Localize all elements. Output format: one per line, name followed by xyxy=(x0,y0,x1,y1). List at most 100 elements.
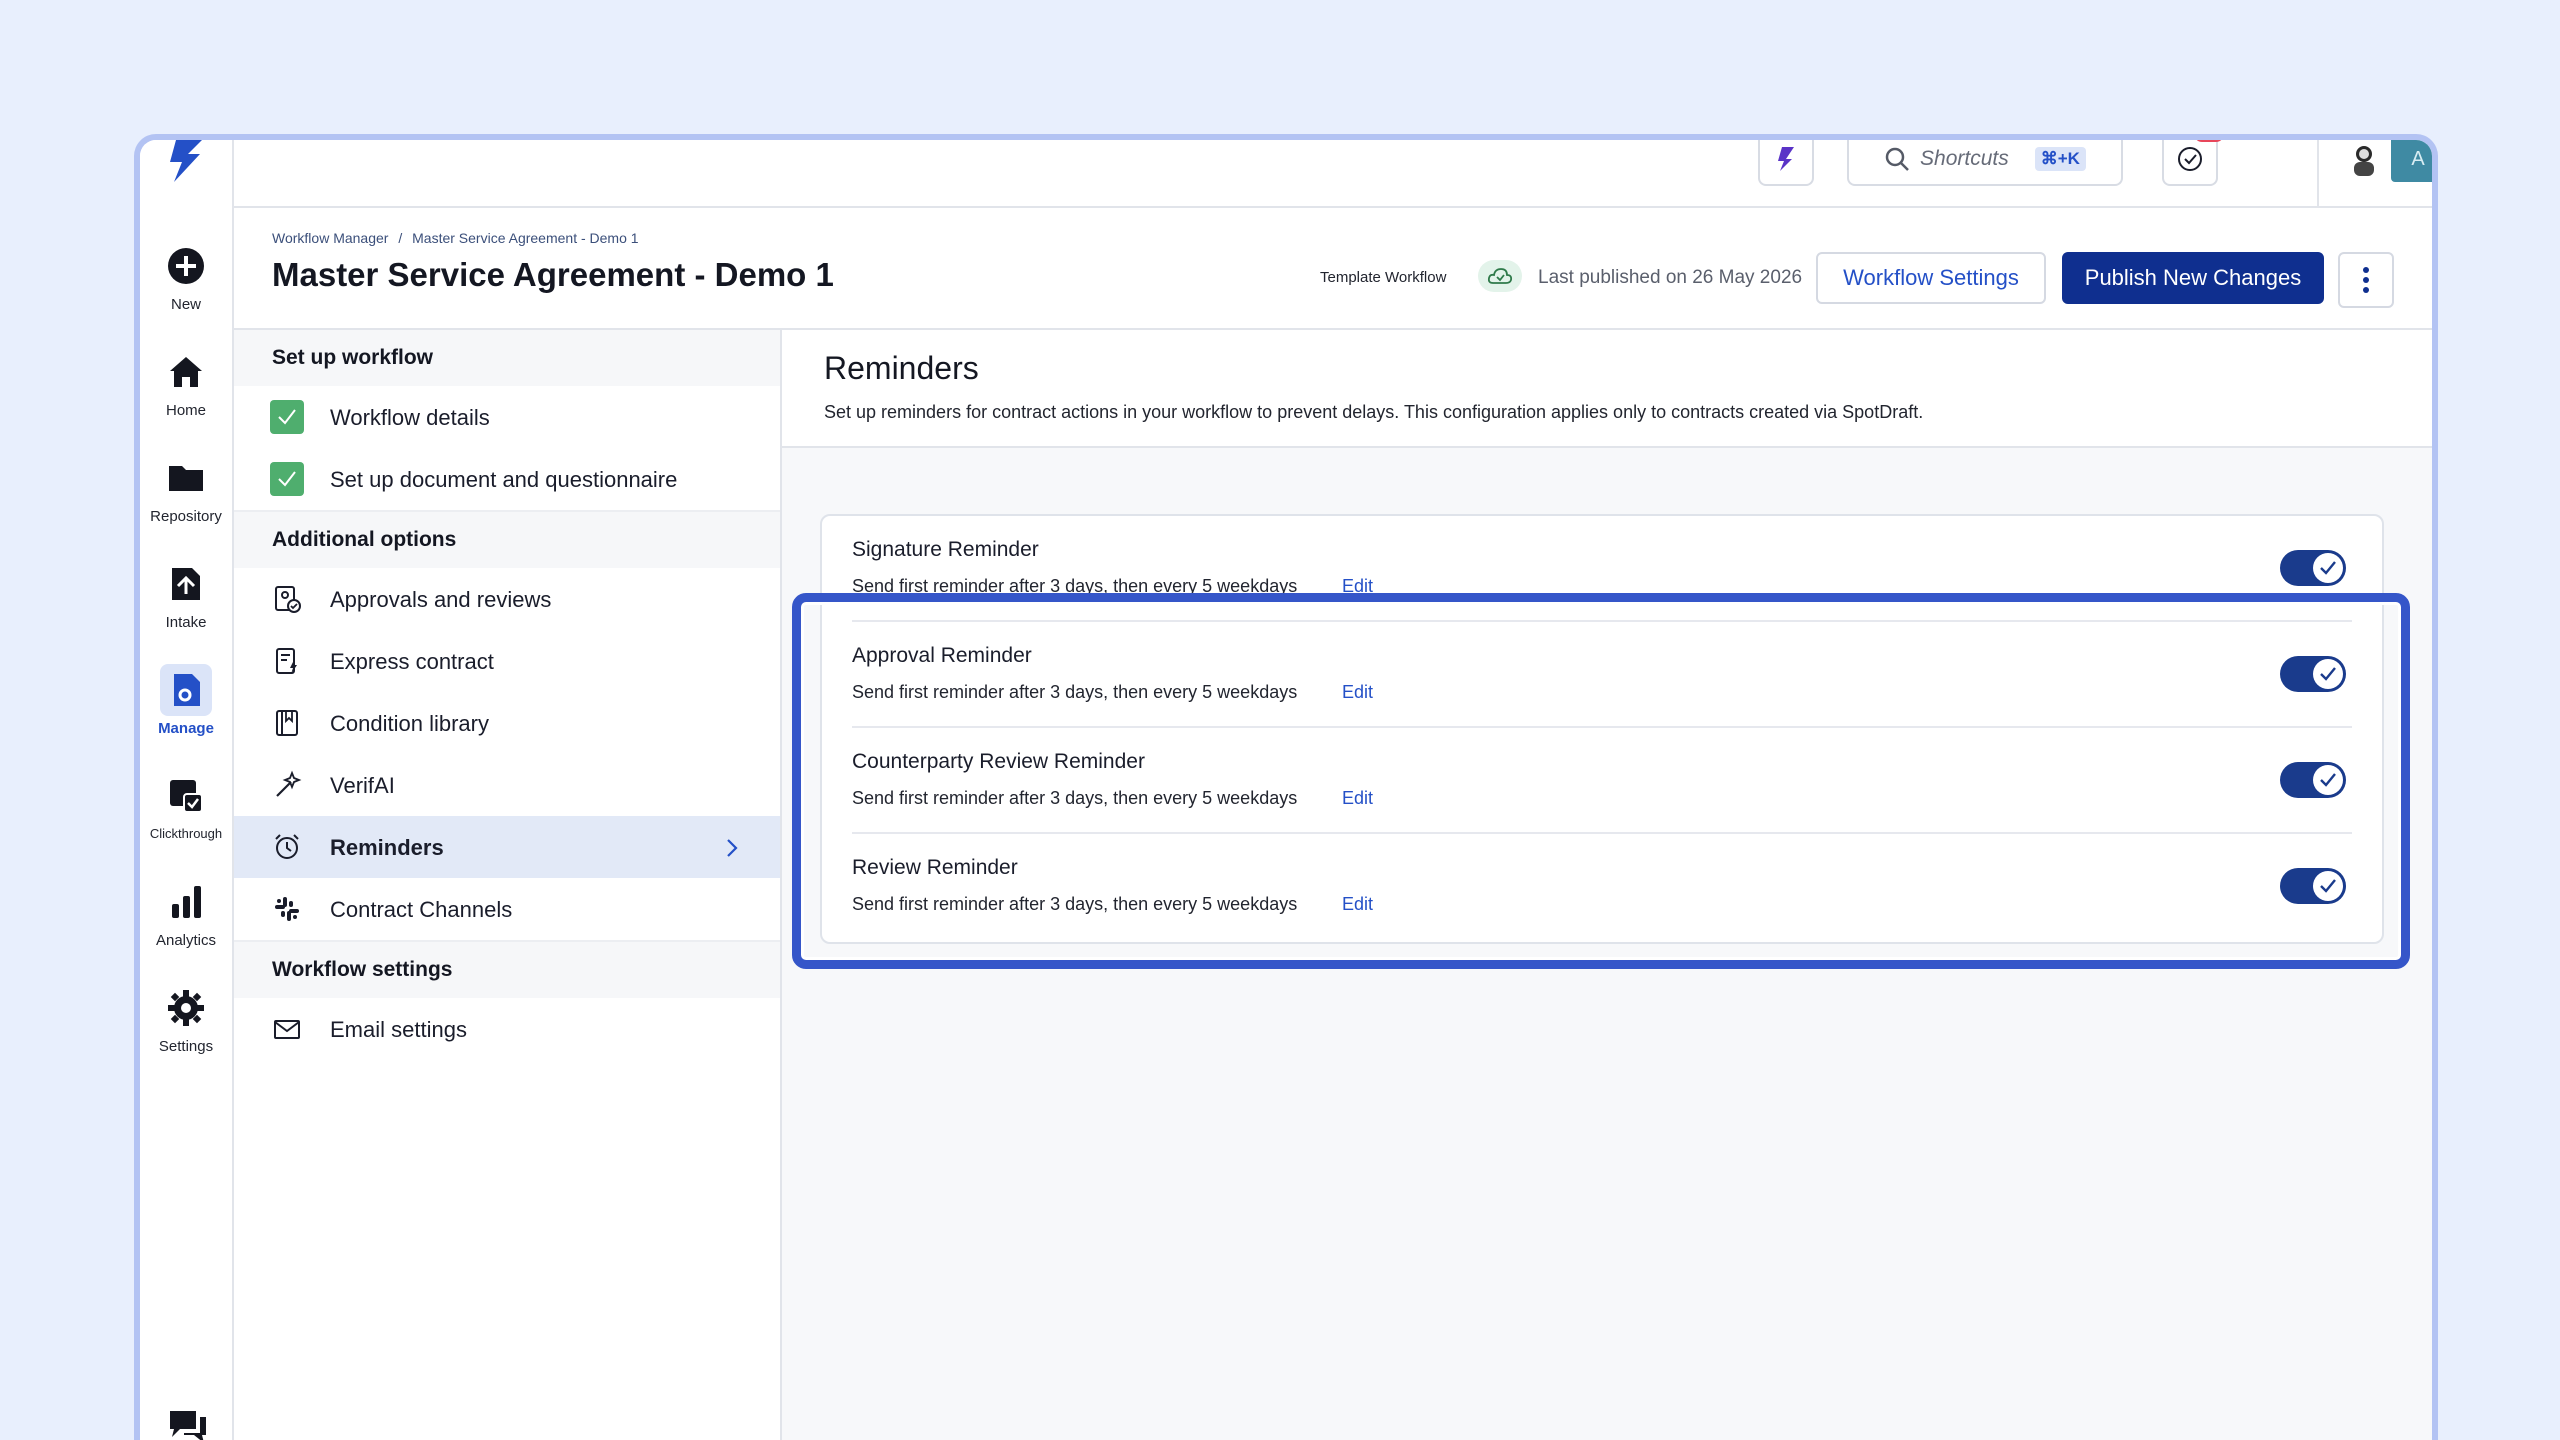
reminder-toggle[interactable] xyxy=(2280,550,2346,586)
nav-item-label: Approvals and reviews xyxy=(330,587,552,612)
avatar[interactable]: A xyxy=(2391,140,2432,182)
page-title: Master Service Agreement - Demo 1 xyxy=(272,256,834,293)
reminders-header: Reminders Set up reminders for contract … xyxy=(782,330,2432,448)
reminder-toggle[interactable] xyxy=(2280,656,2346,692)
intake-icon xyxy=(160,558,212,610)
kebab-menu-icon xyxy=(2363,267,2369,293)
check-icon xyxy=(2313,553,2343,583)
nav-item-reminders[interactable]: Reminders xyxy=(234,816,780,880)
nav-item-label: Workflow details xyxy=(330,405,490,430)
section-heading-label: Additional options xyxy=(272,528,457,551)
section-heading-label: Set up workflow xyxy=(272,346,434,369)
shortcuts-search[interactable]: Shortcuts ⌘+K xyxy=(1847,140,2123,186)
rail-item-new[interactable]: New xyxy=(140,240,232,330)
book-icon xyxy=(270,706,304,740)
analytics-icon xyxy=(160,876,212,928)
topbar-divider xyxy=(2317,140,2319,206)
more-options-button[interactable] xyxy=(2338,252,2394,308)
reminder-schedule: Send first reminder after 3 days, then e… xyxy=(852,894,1298,914)
tasks-check-icon xyxy=(2178,147,2202,171)
breadcrumb-separator: / xyxy=(398,230,403,246)
edit-link[interactable]: Edit xyxy=(1342,894,1373,915)
express-contract-icon xyxy=(270,644,304,678)
reminder-title: Approval Reminder xyxy=(852,644,1032,667)
rail-item-manage[interactable]: Manage xyxy=(140,664,232,754)
top-bar: Shortcuts ⌘+K A xyxy=(234,140,2432,208)
rail-item-analytics[interactable]: Analytics xyxy=(140,876,232,966)
reminder-toggle[interactable] xyxy=(2280,868,2346,904)
reminders-title: Reminders xyxy=(824,350,979,386)
check-icon xyxy=(2313,871,2343,901)
rail-item-clickthrough[interactable]: Clickthrough xyxy=(140,770,232,860)
nav-item-document-questionnaire[interactable]: Set up document and questionnaire xyxy=(234,448,780,512)
nav-item-label: Set up document and questionnaire xyxy=(330,467,678,492)
reminder-title: Review Reminder xyxy=(852,856,1018,879)
rail-label: Home xyxy=(165,402,206,419)
template-workflow-label: Template Workflow xyxy=(1320,269,1447,286)
rail-item-settings[interactable]: Settings xyxy=(140,982,232,1072)
nav-item-label: VerifAI xyxy=(330,773,395,798)
shortcut-badge: ⌘+K xyxy=(2034,147,2086,171)
workflow-settings-button[interactable]: Workflow Settings xyxy=(1816,252,2046,304)
notification-badge xyxy=(2194,140,2224,142)
reminder-toggle[interactable] xyxy=(2280,762,2346,798)
reminder-row-counterparty-review: Counterparty Review Reminder Send first … xyxy=(822,728,2382,834)
nav-item-workflow-details[interactable]: Workflow details xyxy=(234,386,780,450)
reminders-panel: Reminders Set up reminders for contract … xyxy=(782,330,2432,1440)
chat-icon[interactable] xyxy=(168,1407,208,1440)
publish-new-changes-button[interactable]: Publish New Changes xyxy=(2062,252,2324,304)
check-icon xyxy=(2313,765,2343,795)
reminders-description: Set up reminders for contract actions in… xyxy=(824,402,1924,422)
edit-link[interactable]: Edit xyxy=(1342,788,1373,809)
search-icon xyxy=(1885,147,1909,171)
check-icon xyxy=(270,462,304,496)
nav-item-label: Contract Channels xyxy=(330,897,513,922)
rail-label: Repository xyxy=(150,508,222,525)
search-placeholder: Shortcuts xyxy=(1920,147,2009,170)
nav-item-condition-library[interactable]: Condition library xyxy=(234,692,780,756)
rail-label: Analytics xyxy=(155,932,217,949)
nav-item-contract-channels[interactable]: Contract Channels xyxy=(234,878,780,942)
nav-item-label: Condition library xyxy=(330,711,489,736)
app-window: New Home Repository Intake Manage Clickt… xyxy=(134,134,2438,1440)
section-heading-additional: Additional options xyxy=(234,512,780,568)
slack-icon xyxy=(270,892,304,926)
reminder-title: Counterparty Review Reminder xyxy=(852,750,1145,773)
breadcrumb: Workflow Manager / Master Service Agreem… xyxy=(272,230,645,246)
breadcrumb-current: Master Service Agreement - Demo 1 xyxy=(412,230,639,246)
tasks-button[interactable] xyxy=(2162,140,2224,186)
reminder-schedule: Send first reminder after 3 days, then e… xyxy=(852,788,1298,808)
nav-item-approvals-reviews[interactable]: Approvals and reviews xyxy=(234,568,780,632)
gear-icon xyxy=(160,982,212,1034)
rail-label: Intake xyxy=(165,614,207,631)
nav-item-label: Express contract xyxy=(330,649,494,674)
ai-assistant-button[interactable] xyxy=(1758,140,1814,186)
rail-label: New xyxy=(170,296,201,313)
nav-item-express-contract[interactable]: Express contract xyxy=(234,630,780,694)
section-heading-workflow-settings: Workflow settings xyxy=(234,942,780,998)
reminder-title: Signature Reminder xyxy=(852,538,1039,561)
rail-label: Clickthrough xyxy=(149,826,223,841)
clickthrough-icon xyxy=(160,770,212,822)
home-icon xyxy=(160,346,212,398)
rail-item-repository[interactable]: Repository xyxy=(140,452,232,542)
breadcrumb-workflow-manager[interactable]: Workflow Manager xyxy=(272,230,388,246)
ai-assistant-icon xyxy=(1778,147,1794,171)
chevron-right-icon xyxy=(727,839,738,857)
nav-item-verifai[interactable]: VerifAI xyxy=(234,754,780,818)
spotdraft-logo-icon[interactable] xyxy=(162,140,210,184)
rail-item-intake[interactable]: Intake xyxy=(140,558,232,648)
edit-link[interactable]: Edit xyxy=(1342,576,1373,597)
section-heading-label: Workflow settings xyxy=(272,958,453,981)
mail-icon xyxy=(270,1012,304,1046)
nav-item-label: Email settings xyxy=(330,1017,467,1042)
folder-icon xyxy=(160,452,212,504)
manage-icon xyxy=(160,664,212,716)
edit-link[interactable]: Edit xyxy=(1342,682,1373,703)
rail-item-home[interactable]: Home xyxy=(140,346,232,436)
user-photo-icon[interactable] xyxy=(2346,142,2382,183)
reminder-row-approval: Approval Reminder Send first reminder af… xyxy=(822,622,2382,728)
last-published-text: Last published on 26 May 2026 xyxy=(1538,267,1803,288)
reminder-row-review: Review Reminder Send first reminder afte… xyxy=(822,834,2382,940)
nav-item-email-settings[interactable]: Email settings xyxy=(234,998,780,1060)
